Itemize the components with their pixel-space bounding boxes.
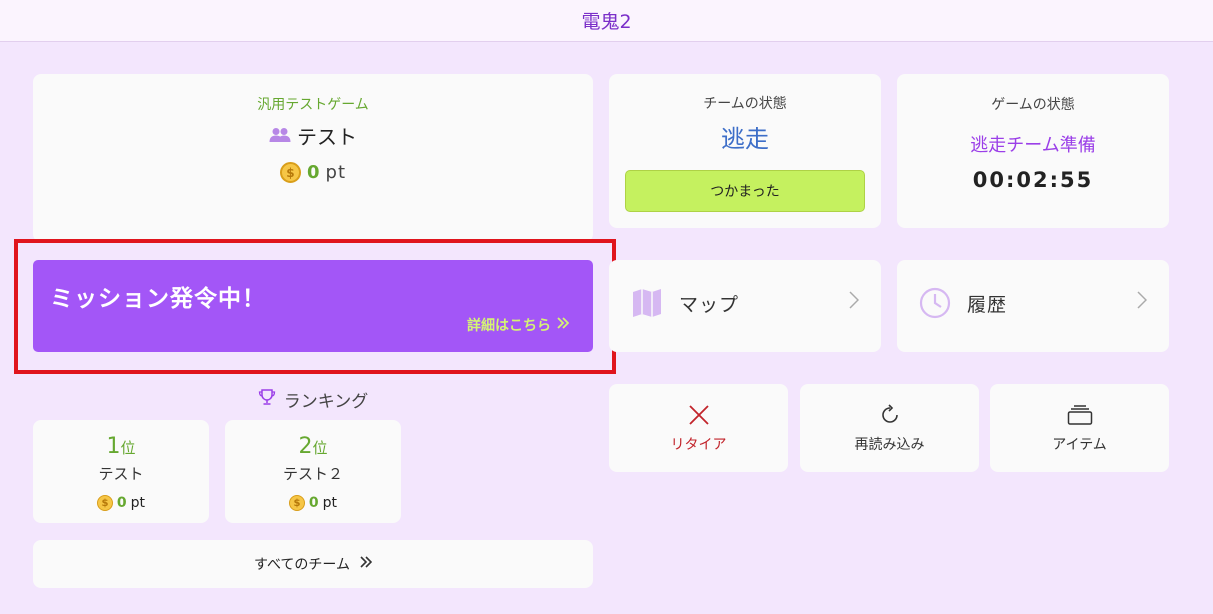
items-stack-icon xyxy=(990,404,1169,426)
coin-icon: $ xyxy=(288,495,305,511)
rank-position: 2位 xyxy=(298,434,328,459)
retire-button[interactable]: リタイア xyxy=(609,384,788,472)
trophy-icon xyxy=(258,388,276,411)
coin-icon: $ xyxy=(96,495,113,511)
double-chevron-right-icon xyxy=(360,556,373,572)
chevron-right-icon xyxy=(1137,290,1148,314)
items-label: アイテム xyxy=(1052,437,1107,453)
game-status-card: ゲームの状態 逃走チーム準備 00:02:55 xyxy=(897,74,1169,228)
map-label: マップ xyxy=(679,294,740,316)
coin-icon: $ xyxy=(279,162,301,183)
mission-detail-link[interactable]: 詳細はこちら xyxy=(467,315,570,335)
app-header: 電鬼2 xyxy=(0,0,1213,42)
team-points-value: 0 xyxy=(306,162,320,183)
reload-button[interactable]: 再読み込み xyxy=(800,384,979,472)
ranking-title: ランキング xyxy=(283,392,369,412)
close-icon xyxy=(609,404,788,426)
items-button[interactable]: アイテム xyxy=(990,384,1169,472)
map-nav-button[interactable]: マップ xyxy=(609,260,881,352)
team-status-label: チームの状態 xyxy=(703,96,787,112)
mission-banner[interactable]: ミッション発令中！ 詳細はこちら xyxy=(33,260,593,352)
rank-points: $ 0 pt xyxy=(33,495,209,511)
rank-position: 1位 xyxy=(106,434,136,459)
map-icon xyxy=(631,287,663,323)
all-teams-button[interactable]: すべてのチーム xyxy=(33,540,593,588)
mission-detail-label: 詳細はこちら xyxy=(467,318,551,334)
double-chevron-right-icon xyxy=(557,317,570,333)
caught-button[interactable]: つかまった xyxy=(625,170,865,212)
rank-points: $ 0 pt xyxy=(225,495,401,511)
clock-icon xyxy=(919,287,951,323)
ranking-header: ランキング xyxy=(33,387,593,412)
ranking-card[interactable]: 2位 テスト２ $ 0 pt xyxy=(225,420,401,523)
team-card: 汎用テストゲーム テスト $ 0 pt xyxy=(33,74,593,242)
history-nav-button[interactable]: 履歴 xyxy=(897,260,1169,352)
team-users-icon xyxy=(269,124,291,148)
team-name-row: テスト xyxy=(33,121,593,150)
reload-icon xyxy=(800,404,979,426)
game-name: 汎用テストゲーム xyxy=(257,97,369,113)
all-teams-label: すべてのチーム xyxy=(253,557,351,573)
reload-label: 再読み込み xyxy=(854,437,925,453)
app-title: 電鬼2 xyxy=(581,11,632,33)
team-points-unit: pt xyxy=(325,162,346,183)
game-phase: 逃走チーム準備 xyxy=(970,135,1096,156)
retire-label: リタイア xyxy=(670,437,727,453)
rank-team-name: テスト xyxy=(98,465,144,483)
game-timer: 00:02:55 xyxy=(972,168,1094,192)
team-status-value: 逃走 xyxy=(721,125,769,153)
team-points: $ 0 pt xyxy=(33,162,593,183)
history-label: 履歴 xyxy=(967,294,1008,316)
game-status-label: ゲームの状態 xyxy=(991,97,1075,113)
team-name: テスト xyxy=(297,125,357,149)
rank-team-name: テスト２ xyxy=(282,465,343,483)
ranking-card[interactable]: 1位 テスト $ 0 pt xyxy=(33,420,209,523)
mission-title: ミッション発令中！ xyxy=(50,286,266,312)
chevron-right-icon xyxy=(849,290,860,314)
team-status-card: チームの状態 逃走 つかまった xyxy=(609,74,881,228)
